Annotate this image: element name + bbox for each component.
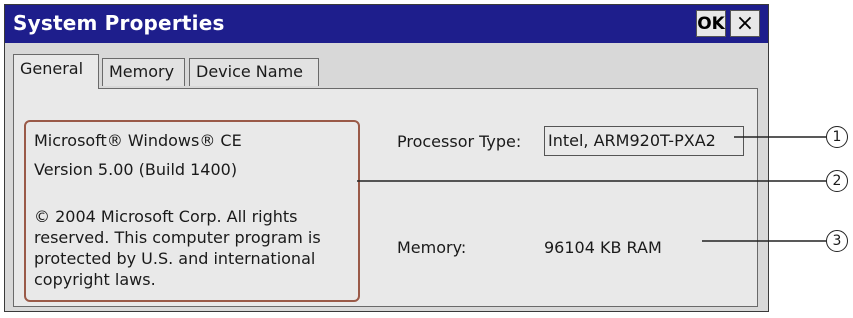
processor-type-value: Intel, ARM920T-PXA2	[544, 126, 744, 156]
callout-3: 3	[826, 230, 848, 252]
title-bar: System Properties OK ×	[5, 5, 768, 43]
callout-1: 1	[826, 126, 848, 148]
os-name: Microsoft® Windows® CE	[34, 131, 242, 150]
copyright-text: © 2004 Microsoft Corp. All rights reserv…	[34, 207, 321, 289]
processor-type-label: Processor Type:	[397, 132, 522, 151]
ok-button[interactable]: OK	[696, 10, 726, 37]
general-tab-panel: Microsoft® Windows® CE Version 5.00 (Bui…	[13, 88, 758, 307]
callout-2: 2	[826, 170, 848, 192]
tab-device-name[interactable]: Device Name	[189, 58, 319, 86]
os-version: Version 5.00 (Build 1400)	[34, 160, 238, 179]
tab-memory[interactable]: Memory	[102, 58, 185, 86]
window-title: System Properties	[13, 11, 225, 35]
tab-general[interactable]: General	[13, 54, 99, 89]
system-properties-window: System Properties OK × General Memory De…	[4, 4, 769, 312]
memory-value: 96104 KB RAM	[544, 238, 662, 257]
os-info-box: Microsoft® Windows® CE Version 5.00 (Bui…	[24, 120, 360, 302]
memory-label: Memory:	[397, 238, 467, 257]
close-button[interactable]: ×	[730, 10, 760, 37]
